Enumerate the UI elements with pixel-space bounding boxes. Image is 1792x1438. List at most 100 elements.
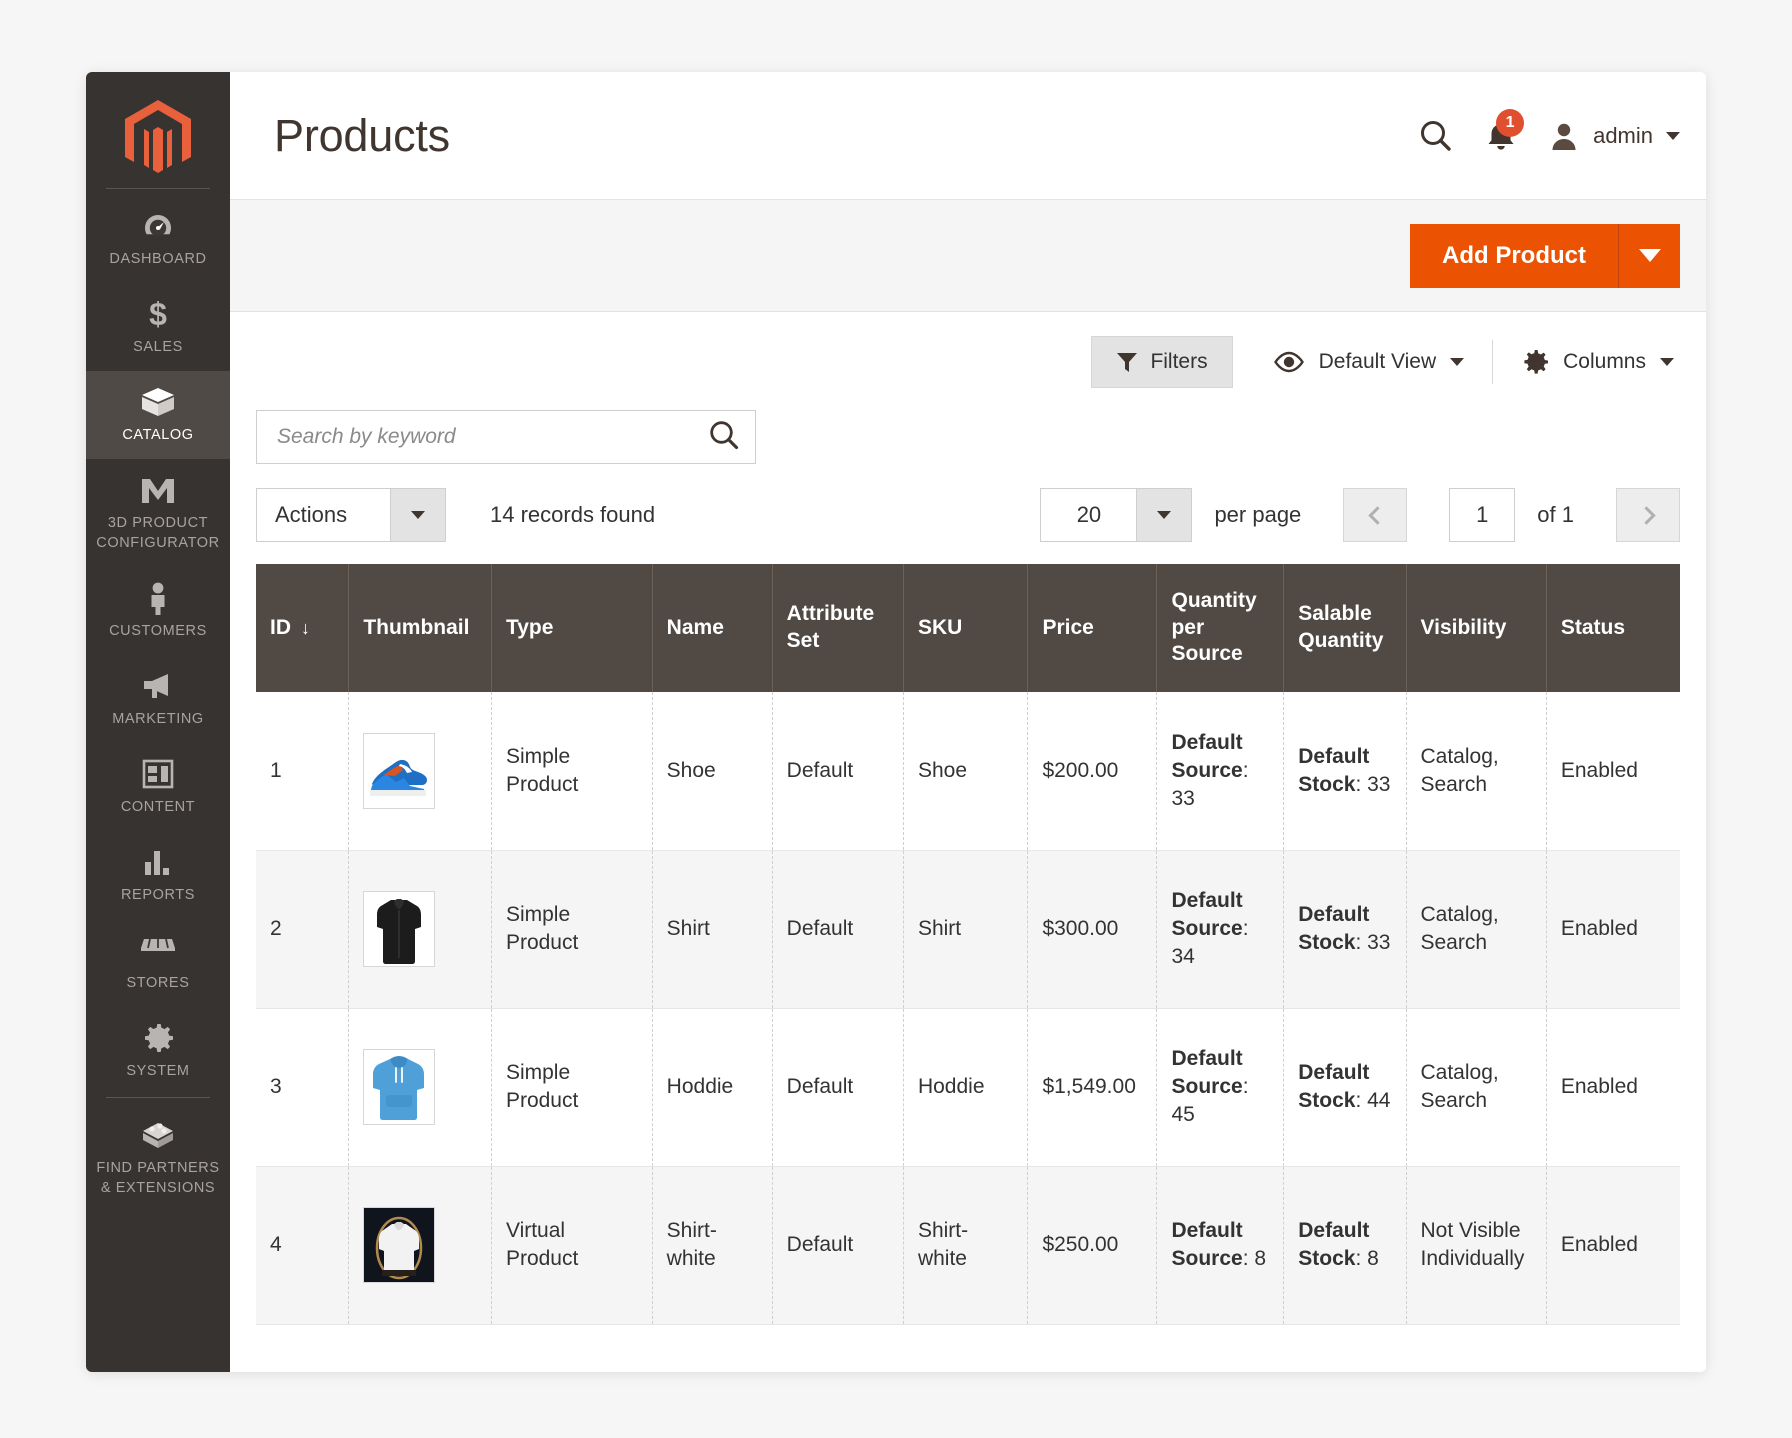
column-header-attribute-set[interactable]: Attribute Set: [772, 564, 904, 692]
sidebar-item-content[interactable]: CONTENT: [86, 743, 230, 831]
cell-salable-quantity: Default Stock: 8: [1283, 1166, 1407, 1325]
per-page-select[interactable]: 20: [1040, 488, 1193, 542]
next-page-button[interactable]: [1616, 488, 1680, 542]
column-header-salable-quantity[interactable]: Salable Quantity: [1283, 564, 1407, 692]
table-row[interactable]: 1 Simple Product Shoe Default Shoe $200.00 Def…: [256, 692, 1680, 851]
column-header-label: Quantity per Source: [1171, 588, 1257, 666]
table-row[interactable]: 2 Simple Product Shirt Default Shirt $300.00 D…: [256, 850, 1680, 1009]
sidebar-item-stores[interactable]: STORES: [86, 919, 230, 1007]
cell-visibility: Catalog, Search: [1406, 850, 1547, 1009]
gauge-icon: [92, 209, 224, 243]
white-shirt-thumbnail[interactable]: [363, 1207, 436, 1283]
sort-arrow-icon: ↓: [301, 617, 310, 638]
admin-menu[interactable]: admin: [1548, 120, 1680, 152]
column-header-label: Price: [1042, 615, 1094, 639]
sneaker-thumbnail[interactable]: [363, 732, 436, 809]
caret-down-icon: [1157, 511, 1172, 519]
cell-price: $200.00: [1027, 692, 1158, 851]
per-page-select-toggle[interactable]: [1136, 488, 1193, 542]
column-header-sku[interactable]: SKU: [903, 564, 1029, 692]
notifications-button[interactable]: 1: [1484, 108, 1525, 154]
sidebar-item-marketing[interactable]: MARKETING: [86, 655, 230, 743]
column-header-quantity-per-source[interactable]: Quantity per Source: [1156, 564, 1285, 692]
chevron-down-icon: [1660, 358, 1674, 366]
sidebar-item-customers[interactable]: CUSTOMERS: [86, 567, 230, 655]
sidebar-item-label: 3D PRODUCT CONFIGURATOR: [96, 515, 220, 551]
add-product-button[interactable]: Add Product: [1410, 223, 1618, 288]
table-row[interactable]: 4 Virtual Product Shirt-white Default Shirt-…: [256, 1166, 1680, 1325]
cell-price: $1,549.00: [1027, 1008, 1158, 1167]
person-icon: [92, 581, 224, 615]
actions-select-toggle[interactable]: [390, 488, 446, 542]
cell-salable-quantity: Default Stock: 33: [1283, 692, 1407, 851]
cell-attribute-set: Default: [772, 1166, 904, 1325]
cell-thumbnail: [348, 1008, 492, 1167]
cell-attribute-set: Default: [772, 1008, 904, 1167]
cell-visibility: Not Visible Individually: [1406, 1166, 1547, 1325]
add-product-dropdown-toggle[interactable]: [1618, 223, 1680, 288]
main-content: Products 1 admin Add Product Filters Def…: [230, 72, 1706, 1372]
stock-value: 8: [1367, 1247, 1379, 1270]
total-pages-label: of 1: [1537, 502, 1574, 527]
sidebar-item-3d-product-configurator[interactable]: 3D PRODUCT CONFIGURATOR: [86, 459, 230, 566]
per-page-label: per page: [1214, 502, 1302, 527]
actions-select[interactable]: Actions: [256, 488, 446, 542]
columns-label: Columns: [1563, 350, 1646, 373]
actions-select-value: Actions: [256, 488, 390, 542]
page-title: Products: [274, 109, 450, 161]
columns-selector[interactable]: Columns: [1521, 348, 1674, 376]
stock-value: 33: [1367, 772, 1391, 796]
cell-type: Simple Product: [491, 692, 653, 851]
chevron-left-icon: [1368, 505, 1387, 525]
column-header-type[interactable]: Type: [491, 564, 653, 692]
search-icon[interactable]: [1418, 118, 1454, 154]
cell-sku: Shoe: [903, 692, 1029, 851]
sidebar-item-label: STORES: [126, 975, 190, 992]
cell-quantity-per-source: Default Source: 33: [1156, 692, 1285, 851]
stock-label: Default Stock: [1298, 903, 1370, 954]
stock-value: 44: [1367, 1089, 1391, 1112]
magento-logo[interactable]: [86, 90, 230, 186]
column-header-status[interactable]: Status: [1546, 564, 1680, 692]
sidebar-item-label: CONTENT: [120, 798, 196, 815]
column-header-price[interactable]: Price: [1027, 564, 1158, 692]
add-product-split-button: Add Product: [1410, 223, 1680, 288]
black-shirt-thumbnail[interactable]: [363, 891, 436, 967]
column-header-id[interactable]: ID ↓: [256, 564, 350, 692]
cell-quantity-per-source: Default Source: 45: [1156, 1008, 1285, 1167]
storefront-icon: [92, 933, 224, 967]
source-label: Default Source: [1171, 731, 1243, 782]
previous-page-button[interactable]: [1343, 488, 1408, 542]
source-value: 45: [1171, 1102, 1195, 1126]
source-label: Default Source: [1171, 1047, 1243, 1099]
sidebar-item-catalog[interactable]: CATALOG: [86, 371, 230, 460]
cell-id: 4: [256, 1166, 350, 1325]
sidebar-item-find-partners-extensions[interactable]: FIND PARTNERS & EXTENSIONS: [86, 1104, 230, 1211]
cell-status: Enabled: [1546, 1008, 1680, 1167]
search-input[interactable]: [275, 424, 707, 450]
column-header-thumbnail[interactable]: Thumbnail: [348, 564, 492, 692]
table-row[interactable]: 3 Simple Product Hoddie Default Hoddie $1,549…: [256, 1008, 1680, 1167]
cell-name: Shoe: [652, 692, 773, 851]
sidebar-item-label: FIND PARTNERS & EXTENSIONS: [96, 1160, 220, 1196]
dollar-icon: $: [92, 296, 224, 332]
filters-button[interactable]: Filters: [1091, 336, 1233, 388]
sidebar-item-reports[interactable]: REPORTS: [86, 831, 230, 919]
sidebar-item-label: DASHBOARD: [109, 251, 207, 267]
sidebar-item-dashboard[interactable]: DASHBOARD: [86, 195, 230, 283]
blue-hoodie-thumbnail[interactable]: [363, 1049, 436, 1125]
stock-label: Default Stock: [1298, 1061, 1370, 1112]
default-view-selector[interactable]: Default View: [1273, 350, 1465, 374]
cell-type: Simple Product: [491, 850, 653, 1009]
sidebar-item-sales[interactable]: $ SALES: [86, 283, 230, 371]
admin-label: admin: [1593, 122, 1653, 148]
column-header-name[interactable]: Name: [652, 564, 773, 692]
column-header-visibility[interactable]: Visibility: [1406, 564, 1547, 692]
products-grid: ID ↓ Thumbnail Type Name Attribute Set SKU Pric…: [256, 564, 1680, 1325]
sidebar-divider-top: [106, 188, 210, 189]
sidebar-item-system[interactable]: SYSTEM: [86, 1007, 230, 1095]
current-page-input[interactable]: [1449, 488, 1516, 542]
search-icon[interactable]: [707, 418, 741, 457]
svg-text:$: $: [149, 297, 167, 331]
toolbar-divider: [1492, 340, 1494, 384]
